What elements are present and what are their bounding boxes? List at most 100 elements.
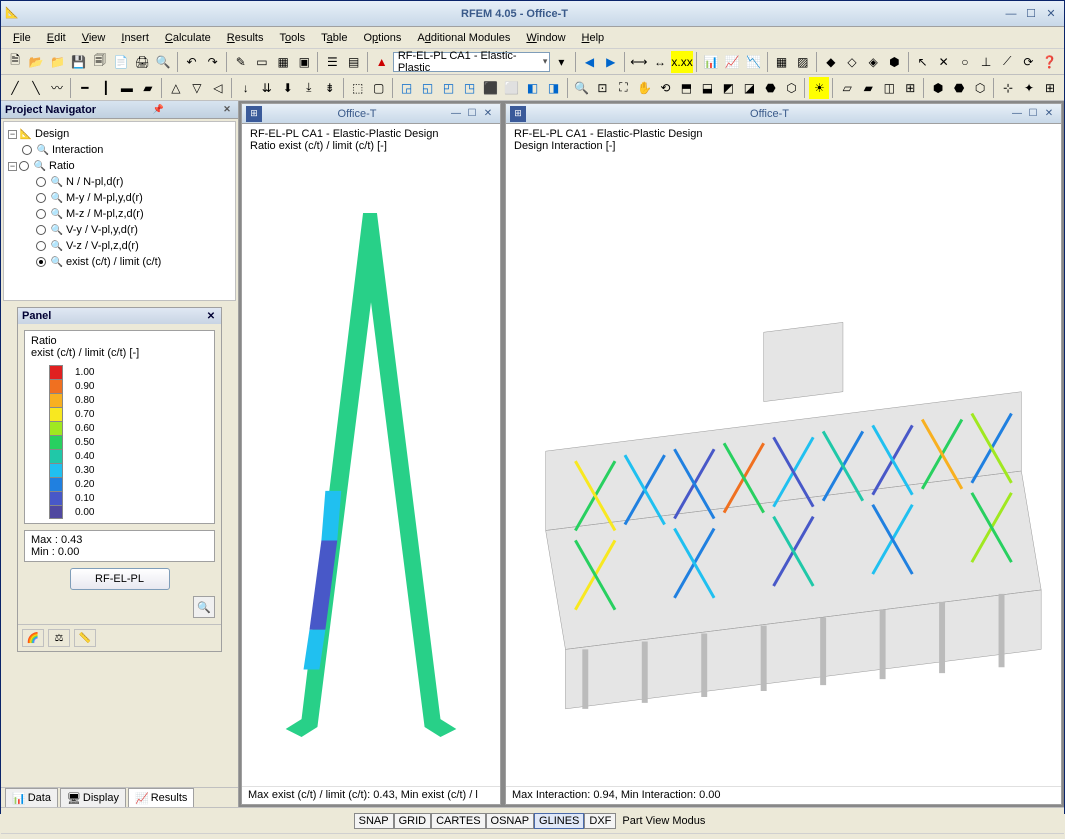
dim2-icon[interactable]: ↔ — [650, 51, 670, 73]
menu-results[interactable]: Results — [219, 30, 272, 46]
undo-icon[interactable]: ↶ — [181, 51, 201, 73]
save-all-icon[interactable]: 🗐 — [90, 51, 110, 73]
menu-insert[interactable]: Insert — [113, 30, 157, 46]
member1-icon[interactable]: ━ — [75, 77, 95, 99]
navigator-tree[interactable]: −📐Design 🔍Interaction −🔍Ratio 🔍N / N-pl,… — [3, 121, 236, 301]
cube7-icon[interactable]: ◧ — [523, 77, 543, 99]
iso-icon[interactable]: ⬣ — [760, 77, 780, 99]
menu-tools[interactable]: Tools — [271, 30, 313, 46]
view1-close[interactable]: ✕ — [480, 107, 496, 121]
support2-icon[interactable]: ▽ — [187, 77, 207, 99]
plane1-icon[interactable]: ▱ — [837, 77, 857, 99]
view1-icon[interactable]: ⬒ — [676, 77, 696, 99]
box2-icon[interactable]: ▢ — [369, 77, 389, 99]
panel-balance-icon[interactable]: ⚖ — [48, 629, 70, 647]
dim-icon[interactable]: ⟷ — [629, 51, 649, 73]
plane4-icon[interactable]: ⊞ — [900, 77, 920, 99]
cube6-icon[interactable]: ⬜ — [502, 77, 522, 99]
next-icon[interactable]: ▶ — [601, 51, 621, 73]
cube2-icon[interactable]: ◱ — [418, 77, 438, 99]
list-icon[interactable]: ☰ — [322, 51, 342, 73]
prev-icon[interactable]: ◀ — [579, 51, 599, 73]
node4-icon[interactable]: ⬢ — [884, 51, 904, 73]
view1-maximize[interactable]: ☐ — [464, 107, 480, 121]
mesh-icon[interactable]: ▦ — [771, 51, 791, 73]
render1-icon[interactable]: ☀ — [809, 77, 829, 99]
grid2-icon[interactable]: ⊞ — [1040, 77, 1060, 99]
view2-canvas[interactable] — [506, 156, 1061, 786]
cube5-icon[interactable]: ⬛ — [481, 77, 501, 99]
tree-ratio-item[interactable]: 🔍V-y / V-pl,y,d(r) — [8, 222, 231, 238]
tree-design[interactable]: −📐Design — [8, 126, 231, 142]
support-icon[interactable]: △ — [166, 77, 186, 99]
redo-icon[interactable]: ↷ — [203, 51, 223, 73]
navigator-pin-icon[interactable]: 📌 — [151, 103, 165, 117]
view2-icon[interactable]: ⬓ — [697, 77, 717, 99]
panel-legend-icon[interactable]: 🌈 — [22, 629, 44, 647]
cursor-icon[interactable]: ↖ — [912, 51, 932, 73]
table-icon[interactable]: ▦ — [273, 51, 293, 73]
view1-canvas[interactable] — [242, 156, 500, 786]
tree-ratio-item[interactable]: 🔍exist (c/t) / limit (c/t) — [8, 254, 231, 270]
cross-icon[interactable]: ✕ — [934, 51, 954, 73]
load-case-combo[interactable]: RF-EL-PL CA1 - Elastic-Plastic — [393, 52, 551, 72]
zoom-icon[interactable]: 🔍 — [571, 77, 591, 99]
edit-icon[interactable]: ✎ — [231, 51, 251, 73]
node-icon[interactable]: ◆ — [821, 51, 841, 73]
status-snap[interactable]: SNAP — [354, 813, 394, 829]
cube8-icon[interactable]: ◨ — [544, 77, 564, 99]
rotate-icon[interactable]: ⟲ — [655, 77, 675, 99]
chart1-icon[interactable]: 📊 — [701, 51, 721, 73]
origin-icon[interactable]: ✦ — [1019, 77, 1039, 99]
cube1-icon[interactable]: ◲ — [397, 77, 417, 99]
mirror-icon[interactable]: ⟋ — [997, 51, 1017, 73]
module-icon[interactable]: ▲ — [372, 51, 392, 73]
save-icon[interactable]: 💾 — [69, 51, 89, 73]
dropdown-icon[interactable]: ▾ — [551, 51, 571, 73]
close-button[interactable]: ✕ — [1042, 6, 1060, 22]
view2-close[interactable]: ✕ — [1041, 107, 1057, 121]
panel-close-icon[interactable]: ✕ — [205, 310, 217, 322]
minimize-button[interactable]: — — [1002, 6, 1020, 22]
tree-ratio-item[interactable]: 🔍V-z / V-pl,z,d(r) — [8, 238, 231, 254]
node2-icon[interactable]: ◇ — [842, 51, 862, 73]
load3-icon[interactable]: ⬇ — [278, 77, 298, 99]
surface-icon[interactable]: ▬ — [117, 77, 137, 99]
menu-table[interactable]: Table — [313, 30, 355, 46]
polyline-icon[interactable]: 〰 — [47, 77, 67, 99]
tree-ratio-item[interactable]: 🔍M-y / M-pl,y,d(r) — [8, 190, 231, 206]
copy-icon[interactable]: 📄 — [111, 51, 131, 73]
select-icon[interactable]: ▭ — [252, 51, 272, 73]
tree-ratio-item[interactable]: 🔍M-z / M-pl,z,d(r) — [8, 206, 231, 222]
chart2-icon[interactable]: 📈 — [722, 51, 742, 73]
tree-ratio[interactable]: −🔍Ratio — [8, 158, 231, 174]
cube4-icon[interactable]: ◳ — [460, 77, 480, 99]
solid1-icon[interactable]: ⬢ — [928, 77, 948, 99]
solid3-icon[interactable]: ⬡ — [970, 77, 990, 99]
load2-icon[interactable]: ⇊ — [257, 77, 277, 99]
menu-options[interactable]: Options — [355, 30, 409, 46]
status-dxf[interactable]: DXF — [584, 813, 616, 829]
load1-icon[interactable]: ↓ — [236, 77, 256, 99]
tab-results[interactable]: 📈Results — [128, 788, 194, 807]
view3-icon[interactable]: ◩ — [718, 77, 738, 99]
tree-interaction[interactable]: 🔍Interaction — [8, 142, 231, 158]
view4-icon[interactable]: ◪ — [739, 77, 759, 99]
units-icon[interactable]: x.xx — [671, 51, 693, 73]
navigator-close-icon[interactable]: ✕ — [220, 103, 234, 117]
print-icon[interactable]: 🖨 — [132, 51, 152, 73]
view2-minimize[interactable]: — — [1009, 107, 1025, 121]
member2-icon[interactable]: ┃ — [96, 77, 116, 99]
menu-help[interactable]: Help — [574, 30, 613, 46]
plane2-icon[interactable]: ▰ — [858, 77, 878, 99]
pan-icon[interactable]: ✋ — [634, 77, 654, 99]
persp-icon[interactable]: ⬡ — [781, 77, 801, 99]
maximize-button[interactable]: ☐ — [1022, 6, 1040, 22]
preview-icon[interactable]: 🔍 — [153, 51, 173, 73]
support3-icon[interactable]: ◁ — [208, 77, 228, 99]
tree-ratio-item[interactable]: 🔍N / N-pl,d(r) — [8, 174, 231, 190]
open2-icon[interactable]: 📁 — [47, 51, 67, 73]
status-osnap[interactable]: OSNAP — [486, 813, 535, 829]
surface2-icon[interactable]: ▰ — [138, 77, 158, 99]
menu-calculate[interactable]: Calculate — [157, 30, 219, 46]
